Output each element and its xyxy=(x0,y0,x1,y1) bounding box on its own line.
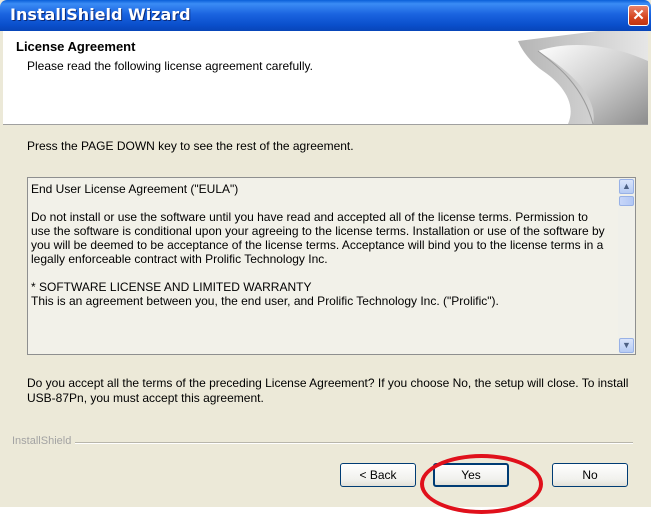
scroll-up-button[interactable]: ▲ xyxy=(619,179,634,194)
page-subtitle: Please read the following license agreem… xyxy=(27,59,313,73)
back-button[interactable]: < Back xyxy=(340,463,416,487)
scroll-down-arrow-icon: ▼ xyxy=(622,340,631,350)
page-title: License Agreement xyxy=(16,39,136,54)
installshield-branding: InstallShield xyxy=(3,435,648,449)
title-bar[interactable]: InstallShield Wizard ✕ xyxy=(0,0,651,31)
no-button[interactable]: No xyxy=(552,463,628,487)
wizard-body: Press the PAGE DOWN key to see the rest … xyxy=(3,125,648,504)
yes-button[interactable]: Yes xyxy=(433,463,509,487)
close-button[interactable]: ✕ xyxy=(628,5,649,26)
page-down-hint: Press the PAGE DOWN key to see the rest … xyxy=(27,139,354,153)
page-curl-graphic xyxy=(518,31,648,124)
separator-line xyxy=(12,442,633,444)
eula-textbox[interactable]: End User License Agreement ("EULA") Do n… xyxy=(27,177,636,355)
eula-scrollbar[interactable]: ▲ ▼ xyxy=(618,178,635,354)
brand-label: InstallShield xyxy=(12,435,76,447)
scroll-up-arrow-icon: ▲ xyxy=(622,181,631,191)
window-title: InstallShield Wizard xyxy=(10,5,191,24)
wizard-header: License Agreement Please read the follow… xyxy=(3,31,648,125)
scroll-down-button[interactable]: ▼ xyxy=(619,338,634,353)
scroll-thumb[interactable] xyxy=(619,196,634,206)
accept-question: Do you accept all the terms of the prece… xyxy=(27,376,629,405)
close-icon: ✕ xyxy=(632,7,645,24)
eula-text[interactable]: End User License Agreement ("EULA") Do n… xyxy=(31,182,609,354)
installshield-window: InstallShield Wizard ✕ License Agreement… xyxy=(0,0,651,514)
